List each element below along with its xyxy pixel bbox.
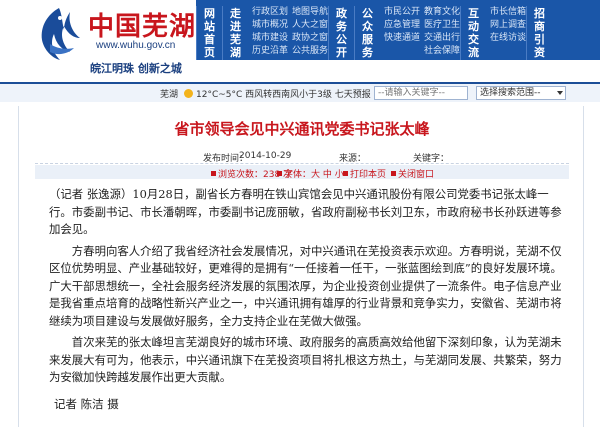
article-title: 省市领导会见中兴通讯党委书记张太峰 [174, 120, 430, 138]
weather-widget: 芜湖 12°C~5°C 西风转西南风小于3级 七天预报 [160, 87, 371, 100]
nav-sub-link[interactable]: 市长信箱 [490, 6, 526, 19]
nav-sub-interact: 教育文化 医疗卫生 交通出行 社会保障 [420, 6, 460, 60]
weather-search-bar: 芜湖 12°C~5°C 西风转西南风小于3级 七天预报 选择搜索范围-- [0, 84, 600, 102]
nav-sub-link[interactable]: 教育文化 [424, 6, 460, 19]
nav-group-interact: 教育文化 医疗卫生 交通出行 社会保障 互动交流 [420, 0, 486, 60]
article-paragraph: 首次来芜的张太峰坦言芜湖良好的城市环境、政府服务的高质高效给他留下深刻印象，认为… [49, 335, 562, 384]
font-size-switch[interactable]: 字体：大 中 小 [277, 167, 344, 180]
chevron-down-icon [557, 91, 563, 95]
nav-sub-link[interactable]: 行政区划 [252, 6, 288, 19]
article-toolbar: 浏览次数：238 次 字体：大 中 小 打印本页 关闭窗口 [35, 165, 569, 180]
close-window-button[interactable]: 关闭窗口 [391, 167, 434, 180]
nav-sub-link[interactable]: 城市建设 [252, 32, 288, 45]
main-nav: 网站首页 走进芜湖 行政区划 城市概况 城市建设 历史沿革 地图导航 人大之窗 … [196, 0, 600, 60]
article-page: 省市领导会见中兴通讯党委书记张太峰 发布时间： 2014-10-29 来源： 关… [18, 106, 584, 427]
site-header: 中国芜湖 www.wuhu.gov.cn 皖江明珠 创新之城 网站首页 走进芜湖… [0, 0, 600, 84]
site-url: www.wuhu.gov.cn [96, 40, 176, 51]
nav-sub-link[interactable]: 政协之窗 [292, 32, 328, 45]
nav-sub-link[interactable]: 人大之窗 [292, 19, 328, 32]
nav-group-gov: 地图导航 人大之窗 政协之窗 公共服务 政务公开 [288, 0, 354, 60]
nav-sub-link[interactable]: 在线访谈 [490, 32, 526, 45]
site-slogan: 皖江明珠 创新之城 [90, 62, 182, 75]
nav-sub-invest: 市长信箱 网上调查 在线访谈 [486, 6, 526, 60]
nav-sub-link[interactable]: 城市概况 [252, 19, 288, 32]
nav-group-public: 公众服务 市民公开 应急管理 快速通道 [354, 0, 420, 60]
nav-item-home[interactable]: 网站首页 [196, 6, 222, 60]
phoenix-logo-icon [41, 8, 80, 60]
nav-sub-link[interactable]: 应急管理 [384, 19, 420, 32]
nav-sub-link[interactable]: 网上调查 [490, 19, 526, 32]
photo-byline: 记者 陈洁 摄 [54, 397, 119, 411]
nav-group-invest: 市长信箱 网上调查 在线访谈 招商引资 [486, 0, 552, 60]
weather-city: 芜湖 [160, 90, 179, 100]
publish-date: 2014-10-29 [239, 151, 292, 161]
nav-sub-public: 市民公开 应急管理 快速通道 [380, 6, 420, 60]
nav-sub-link[interactable]: 交通出行 [424, 32, 460, 45]
nav-sub-about: 行政区划 城市概况 城市建设 历史沿革 [248, 6, 288, 60]
nav-item-about[interactable]: 走进芜湖 [222, 6, 248, 60]
site-logo-title[interactable]: 中国芜湖 [88, 6, 196, 43]
nav-group-about: 走进芜湖 行政区划 城市概况 城市建设 历史沿革 [222, 0, 288, 60]
sun-icon [184, 89, 194, 98]
nav-item-public[interactable]: 公众服务 [354, 6, 380, 60]
nav-sub-link[interactable]: 公共服务 [292, 45, 328, 58]
weather-text[interactable]: 12°C~5°C 西风转西南风小于3级 七天预报 [196, 90, 371, 100]
source-label: 来源： [339, 154, 367, 164]
keyword-label: 关键字： [413, 154, 450, 164]
article-paragraph: （记者 张逸源）10月28日，副省长方春明在铁山宾馆会见中兴通讯股份有限公司党委… [49, 187, 562, 236]
search-scope-select[interactable]: 选择搜索范围-- [476, 86, 566, 100]
search-input[interactable] [374, 86, 468, 100]
nav-sub-gov: 地图导航 人大之窗 政协之窗 公共服务 [288, 6, 328, 60]
nav-sub-link[interactable]: 医疗卫生 [424, 19, 460, 32]
nav-group-home[interactable]: 网站首页 [196, 0, 222, 60]
nav-item-invest[interactable]: 招商引资 [526, 6, 552, 60]
nav-item-interact[interactable]: 互动交流 [460, 6, 486, 60]
article-paragraph: 方春明向客人介绍了我省经济社会发展情况，对中兴通讯在芜投资表示欢迎。方春明说，芜… [49, 243, 562, 328]
nav-sub-link[interactable]: 地图导航 [292, 6, 328, 19]
nav-sub-link[interactable]: 市民公开 [384, 6, 420, 19]
print-button[interactable]: 打印本页 [343, 167, 386, 180]
nav-item-gov[interactable]: 政务公开 [328, 6, 354, 60]
article-body: （记者 张逸源）10月28日，副省长方春明在铁山宾馆会见中兴通讯股份有限公司党委… [49, 186, 569, 391]
nav-sub-link[interactable]: 历史沿革 [252, 45, 288, 58]
article-meta: 发布时间： 2014-10-29 来源： 关键字： [35, 150, 569, 164]
nav-sub-link[interactable]: 快速通道 [384, 32, 420, 45]
nav-sub-link[interactable]: 社会保障 [424, 45, 460, 58]
